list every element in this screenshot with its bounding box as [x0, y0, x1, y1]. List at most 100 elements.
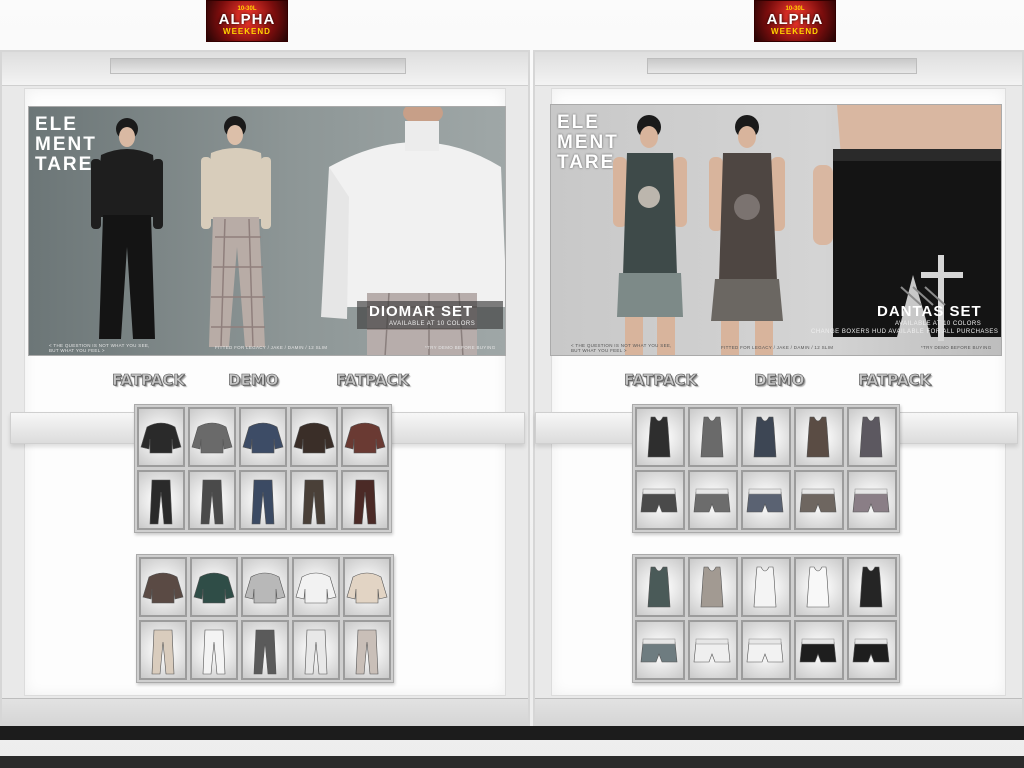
pants-icon [241, 472, 285, 533]
pants-icon [139, 472, 183, 533]
ceiling-light [110, 58, 406, 74]
fatpack-vendor-right-2[interactable]: FATPACK [858, 371, 932, 390]
pants-swatch[interactable] [241, 620, 289, 680]
jacket-swatch[interactable] [137, 407, 185, 467]
shorts-swatch[interactable] [794, 470, 844, 530]
fatpack-vendor-right-1[interactable]: FATPACK [624, 371, 698, 390]
jacket-icon [345, 559, 389, 620]
pants-swatch[interactable] [188, 470, 236, 530]
swatch-board-right-bottom [632, 554, 900, 683]
model-tank-skull [613, 115, 687, 355]
pants-swatch[interactable] [139, 620, 187, 680]
booth-ceiling [535, 52, 1022, 86]
pants-icon [141, 622, 185, 683]
pants-swatch[interactable] [190, 620, 238, 680]
model-tank-brown [709, 115, 785, 355]
jacket-swatch[interactable] [190, 557, 238, 617]
shorts-swatch[interactable] [635, 470, 685, 530]
fatpack-vendor-left-1[interactable]: FATPACK [112, 371, 186, 390]
shorts-swatch[interactable] [794, 620, 844, 680]
shorts-swatch[interactable] [635, 620, 685, 680]
pants-swatch[interactable] [343, 620, 391, 680]
jacket-icon [241, 409, 285, 470]
tank-swatch[interactable] [741, 557, 791, 617]
tank-icon [796, 559, 840, 620]
shorts-icon [637, 472, 681, 533]
fine-fit-info: FITTED FOR LEGACY / JAKE / DAMIN / 12 SL… [721, 345, 834, 350]
set-subtitle: AVAILABLE AT 10 COLORS [895, 321, 982, 327]
tank-swatch[interactable] [794, 407, 844, 467]
sign-line2: WEEKEND [771, 27, 819, 36]
shorts-swatch[interactable] [741, 470, 791, 530]
tank-swatch[interactable] [741, 407, 791, 467]
set-title: DANTAS SET [877, 303, 982, 320]
pants-icon [292, 472, 336, 533]
jacket-swatch[interactable] [343, 557, 391, 617]
fine-print: < THE QUESTION IS NOT WHAT YOU SEE, BUT … [571, 343, 672, 353]
shorts-swatch[interactable] [847, 470, 897, 530]
model-beige-outfit [201, 116, 271, 348]
shorts-swatch[interactable] [688, 620, 738, 680]
tank-swatch[interactable] [847, 557, 897, 617]
jacket-swatch[interactable] [292, 557, 340, 617]
shorts-swatch[interactable] [688, 470, 738, 530]
fatpack-vendor-left-2[interactable]: FATPACK [336, 371, 410, 390]
jacket-icon [141, 559, 185, 620]
jacket-icon [294, 559, 338, 620]
diomar-set-poster[interactable]: ELE MENT TARE DIOMAR SET AVAILABLE AT 10… [28, 106, 506, 356]
jacket-swatch[interactable] [241, 557, 289, 617]
fine-line: BUT WHAT YOU FEEL > [49, 348, 105, 353]
sign-line1: ALPHA [766, 11, 824, 28]
pants-swatch[interactable] [137, 470, 185, 530]
swatch-board-right-top [632, 404, 900, 533]
shorts-icon [743, 472, 787, 533]
shorts-icon [849, 622, 893, 683]
tank-icon [743, 409, 787, 470]
dantas-set-poster[interactable]: ELE MENT TARE DANTAS SET AVAILABLE AT 10… [550, 104, 1002, 356]
pants-swatch[interactable] [292, 620, 340, 680]
tank-icon [637, 409, 681, 470]
jacket-icon [292, 409, 336, 470]
pants-swatch[interactable] [239, 470, 287, 530]
tank-swatch[interactable] [635, 557, 685, 617]
set-subtitle: AVAILABLE AT 10 COLORS [389, 321, 476, 327]
jacket-swatch[interactable] [188, 407, 236, 467]
shorts-icon [690, 622, 734, 683]
jacket-icon [190, 409, 234, 470]
pants-swatch[interactable] [290, 470, 338, 530]
demo-vendor-left[interactable]: DEMO [228, 371, 279, 390]
floor-edge [0, 726, 1024, 740]
swatch-board-left-top [134, 404, 392, 533]
shorts-swatch[interactable] [741, 620, 791, 680]
fine-fit-info: FITTED FOR LEGACY / JAKE / DAMIN / 12 SL… [215, 345, 328, 350]
sign-line2: WEEKEND [223, 27, 271, 36]
pants-icon [343, 472, 387, 533]
alpha-weekend-sign-right[interactable]: 10-30L ALPHA WEEKEND [754, 0, 836, 42]
shorts-swatch[interactable] [847, 620, 897, 680]
shorts-icon [690, 472, 734, 533]
alpha-weekend-sign-left[interactable]: 10-30L ALPHA WEEKEND [206, 0, 288, 42]
tank-swatch[interactable] [688, 557, 738, 617]
pants-icon [294, 622, 338, 683]
tank-icon [690, 409, 734, 470]
jacket-icon [343, 409, 387, 470]
shorts-icon [849, 472, 893, 533]
tank-swatch[interactable] [635, 407, 685, 467]
fine-print: < THE QUESTION IS NOT WHAT YOU SEE, BUT … [49, 343, 150, 353]
jacket-swatch[interactable] [341, 407, 389, 467]
tank-icon [743, 559, 787, 620]
jacket-swatch[interactable] [139, 557, 187, 617]
floor-edge [0, 756, 1024, 768]
tank-swatch[interactable] [847, 407, 897, 467]
pants-icon [345, 622, 389, 683]
jacket-icon [243, 559, 287, 620]
tank-swatch[interactable] [794, 557, 844, 617]
pants-icon [243, 622, 287, 683]
shorts-icon [743, 622, 787, 683]
jacket-swatch[interactable] [239, 407, 287, 467]
jacket-swatch[interactable] [290, 407, 338, 467]
tank-swatch[interactable] [688, 407, 738, 467]
pants-swatch[interactable] [341, 470, 389, 530]
pants-icon [190, 472, 234, 533]
demo-vendor-right[interactable]: DEMO [754, 371, 805, 390]
